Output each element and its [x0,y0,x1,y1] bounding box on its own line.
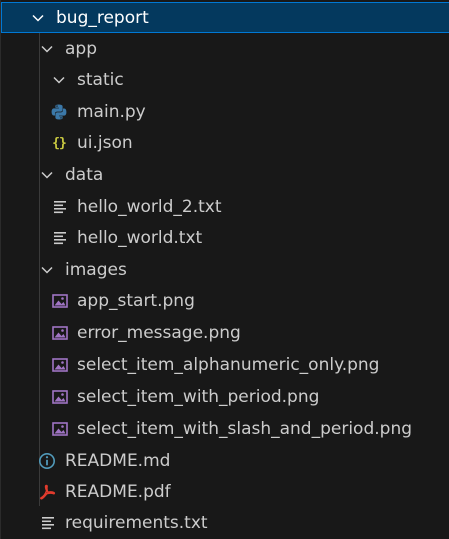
folder-label: images [65,260,127,280]
file-label: hello_world.txt [77,228,203,248]
image-icon [51,388,69,406]
file-select-item-alphanumeric-only-png[interactable]: select_item_alphanumeric_only.png [1,350,449,381]
file-label: select_item_alphanumeric_only.png [77,355,380,375]
folder-label: data [65,165,104,185]
file-error-message-png[interactable]: error_message.png [1,318,449,349]
file-requirements-txt[interactable]: requirements.txt [1,508,449,539]
file-label: README.md [65,451,171,471]
text-file-icon [51,229,69,247]
folder-images[interactable]: images [1,255,449,286]
image-icon [51,324,69,342]
file-hello-world-2-txt[interactable]: hello_world_2.txt [1,192,449,223]
folder-label: app [65,39,97,59]
file-select-item-with-period-png[interactable]: select_item_with_period.png [1,382,449,413]
folder-data[interactable]: data [1,160,449,191]
folder-bug-report[interactable]: bug_report [1,2,449,33]
chevron-down-icon[interactable] [39,41,55,57]
file-label: main.py [77,102,146,122]
image-icon [51,420,69,438]
file-label: app_start.png [77,291,195,311]
info-icon [38,452,56,470]
file-label: select_item_with_period.png [77,387,320,407]
file-label: select_item_with_slash_and_period.png [77,419,413,439]
file-explorer: bug_report app static main.py {} ui.json [0,0,449,539]
pdf-icon [38,483,56,501]
text-file-icon [51,198,69,216]
image-icon [51,292,69,310]
chevron-down-icon[interactable] [39,167,55,183]
chevron-down-icon[interactable] [51,72,67,88]
file-label: hello_world_2.txt [77,197,222,217]
json-icon: {} [52,135,67,151]
file-label: requirements.txt [65,513,208,533]
file-readme-md[interactable]: README.md [1,446,449,477]
chevron-down-icon[interactable] [30,10,46,26]
file-app-start-png[interactable]: app_start.png [1,286,449,317]
file-label: error_message.png [77,323,241,343]
folder-static[interactable]: static [1,65,449,96]
file-label: ui.json [77,133,133,153]
folder-app[interactable]: app [1,34,449,65]
folder-label: static [77,70,124,90]
text-file-icon [39,514,57,532]
file-label: README.pdf [65,482,171,502]
image-icon [51,356,69,374]
file-select-item-with-slash-and-period-png[interactable]: select_item_with_slash_and_period.png [1,414,449,445]
file-ui-json[interactable]: {} ui.json [1,128,449,159]
file-hello-world-txt[interactable]: hello_world.txt [1,223,449,254]
chevron-down-icon[interactable] [39,262,55,278]
folder-label: bug_report [56,8,149,28]
python-icon [50,103,68,121]
file-readme-pdf[interactable]: README.pdf [1,477,449,508]
file-main-py[interactable]: main.py [1,97,449,128]
